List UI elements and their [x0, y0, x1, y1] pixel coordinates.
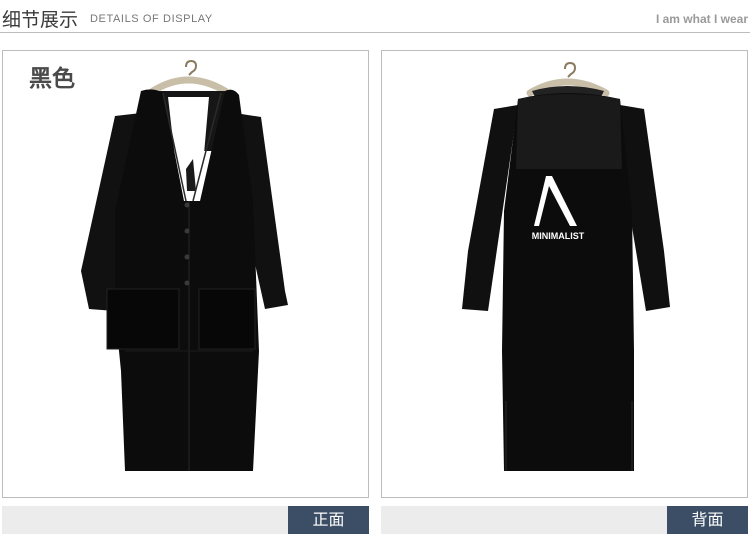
section-title-en: DETAILS OF DISPLAY	[90, 13, 213, 25]
back-view-panel: MINIMALIST	[381, 50, 748, 498]
back-garment-image: MINIMALIST	[462, 61, 670, 471]
front-view-panel: 黑色	[2, 50, 369, 498]
hanger-icon	[149, 59, 229, 95]
brand-tagline: I am what I wear	[655, 12, 748, 26]
section-title-cn: 细节展示	[2, 9, 79, 31]
front-caption-bar: 正面	[2, 506, 369, 534]
front-garment-image	[81, 59, 288, 472]
print-text: MINIMALIST	[532, 231, 585, 241]
back-caption: 背面	[667, 506, 748, 534]
front-caption: 正面	[288, 506, 369, 534]
back-caption-bar: 背面	[381, 506, 748, 534]
section-header: 细节展示 DETAILS OF DISPLAY I am what I wear	[0, 0, 750, 33]
